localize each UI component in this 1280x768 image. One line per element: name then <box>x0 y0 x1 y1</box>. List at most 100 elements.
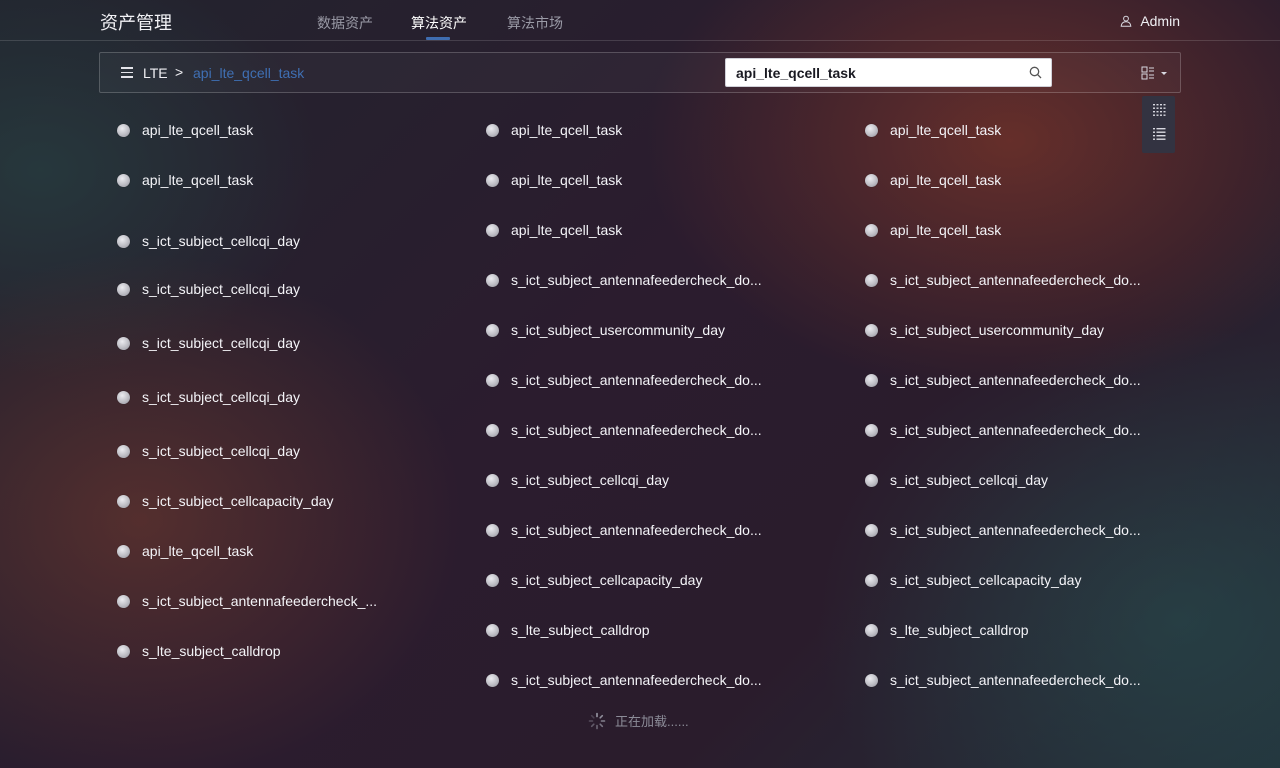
tab-data-assets[interactable]: 数据资产 <box>317 13 373 33</box>
asset-item[interactable]: api_lte_qcell_task <box>486 122 622 138</box>
asset-item-label: api_lte_qcell_task <box>511 172 623 188</box>
search-input[interactable] <box>736 59 1016 86</box>
loading-indicator: 正在加载...... <box>588 711 689 730</box>
asset-item[interactable]: s_ict_subject_cellcqi_day <box>117 443 300 459</box>
asset-item[interactable]: s_ict_subject_usercommunity_day <box>865 322 1104 338</box>
asset-item-label: s_ict_subject_antennafeedercheck_do... <box>511 372 762 388</box>
asset-item-label: api_lte_qcell_task <box>511 222 623 238</box>
user-name: Admin <box>1140 13 1180 29</box>
asset-item-label: s_ict_subject_cellcapacity_day <box>142 493 334 509</box>
asset-item-label: s_ict_subject_cellcqi_day <box>511 472 669 488</box>
status-dot-icon <box>486 123 499 137</box>
asset-item[interactable]: s_ict_subject_cellcqi_day <box>117 389 300 405</box>
asset-item[interactable]: s_ict_subject_usercommunity_day <box>486 322 725 338</box>
status-dot-icon <box>117 544 130 558</box>
asset-item-label: s_ict_subject_antennafeedercheck_do... <box>511 672 762 688</box>
status-dot-icon <box>486 573 499 587</box>
loading-text: 正在加载...... <box>615 714 689 729</box>
asset-item-label: s_ict_subject_antennafeedercheck_do... <box>511 522 762 538</box>
search-icon[interactable] <box>1029 66 1042 79</box>
asset-item[interactable]: s_ict_subject_cellcqi_day <box>865 472 1048 488</box>
status-dot-icon <box>117 282 130 296</box>
asset-item[interactable]: api_lte_qcell_task <box>486 222 622 238</box>
asset-item[interactable]: s_ict_subject_antennafeedercheck_do... <box>865 422 1141 438</box>
asset-item[interactable]: api_lte_qcell_task <box>865 222 1001 238</box>
status-dot-icon <box>865 523 878 537</box>
status-dot-icon <box>865 573 878 587</box>
status-dot-icon <box>865 423 878 437</box>
view-toggle-button[interactable] <box>1141 66 1167 80</box>
breadcrumb-root[interactable]: LTE <box>143 65 168 81</box>
user-icon <box>1120 15 1132 27</box>
asset-item[interactable]: s_ict_subject_cellcqi_day <box>117 281 300 297</box>
asset-item-label: api_lte_qcell_task <box>142 172 254 188</box>
breadcrumb-separator: > <box>175 64 184 80</box>
top-bar: 资产管理 数据资产 算法资产 算法市场 Admin <box>0 0 1280 41</box>
asset-item[interactable]: s_ict_subject_antennafeedercheck_do... <box>865 522 1141 538</box>
asset-item[interactable]: s_lte_subject_calldrop <box>117 643 281 659</box>
asset-item-label: s_ict_subject_antennafeedercheck_... <box>142 593 378 609</box>
status-dot-icon <box>865 373 878 387</box>
asset-item-label: s_ict_subject_cellcqi_day <box>890 472 1048 488</box>
asset-item[interactable]: s_ict_subject_antennafeedercheck_do... <box>865 372 1141 388</box>
asset-item[interactable]: api_lte_qcell_task <box>865 172 1001 188</box>
asset-item-label: api_lte_qcell_task <box>890 122 1002 138</box>
asset-item[interactable]: api_lte_qcell_task <box>117 122 253 138</box>
status-dot-icon <box>865 223 878 237</box>
chevron-down-icon <box>1161 71 1167 75</box>
asset-item-label: api_lte_qcell_task <box>142 122 254 138</box>
asset-item[interactable]: s_ict_subject_cellcapacity_day <box>117 493 333 509</box>
asset-item[interactable]: api_lte_qcell_task <box>865 122 1001 138</box>
asset-item-label: s_ict_subject_antennafeedercheck_do... <box>511 272 762 288</box>
asset-item-label: s_ict_subject_cellcqi_day <box>142 281 300 297</box>
asset-item-label: s_ict_subject_usercommunity_day <box>890 322 1104 338</box>
asset-item[interactable]: s_ict_subject_cellcqi_day <box>117 335 300 351</box>
asset-item-label: api_lte_qcell_task <box>142 543 254 559</box>
asset-item-label: s_lte_subject_calldrop <box>511 622 650 638</box>
status-dot-icon <box>865 173 878 187</box>
status-dot-icon <box>117 336 130 350</box>
status-dot-icon <box>865 673 878 687</box>
status-dot-icon <box>865 323 878 337</box>
asset-item-label: s_ict_subject_usercommunity_day <box>511 322 725 338</box>
asset-item[interactable]: s_ict_subject_cellcqi_day <box>486 472 669 488</box>
asset-item-label: s_ict_subject_cellcqi_day <box>142 389 300 405</box>
menu-icon[interactable] <box>121 67 133 78</box>
tab-algorithm-assets[interactable]: 算法资产 <box>411 13 467 33</box>
asset-item[interactable]: s_ict_subject_antennafeedercheck_do... <box>486 672 762 688</box>
status-dot-icon <box>865 273 878 287</box>
status-dot-icon <box>486 673 499 687</box>
grid-dots-icon[interactable] <box>1152 103 1166 117</box>
list-icon[interactable] <box>1152 127 1166 141</box>
status-dot-icon <box>865 473 878 487</box>
asset-item[interactable]: api_lte_qcell_task <box>117 543 253 559</box>
asset-item[interactable]: s_ict_subject_antennafeedercheck_do... <box>486 272 762 288</box>
asset-item-label: s_ict_subject_antennafeedercheck_do... <box>890 272 1141 288</box>
asset-item[interactable]: api_lte_qcell_task <box>117 172 253 188</box>
user-menu[interactable]: Admin <box>1120 13 1180 29</box>
asset-item[interactable]: s_ict_subject_antennafeedercheck_do... <box>486 372 762 388</box>
asset-item[interactable]: s_ict_subject_antennafeedercheck_do... <box>865 672 1141 688</box>
status-dot-icon <box>117 444 130 458</box>
tab-algorithm-market[interactable]: 算法市场 <box>507 13 563 33</box>
asset-item[interactable]: s_ict_subject_antennafeedercheck_do... <box>486 522 762 538</box>
asset-item[interactable]: s_ict_subject_antennafeedercheck_do... <box>865 272 1141 288</box>
asset-item[interactable]: s_lte_subject_calldrop <box>865 622 1029 638</box>
asset-item[interactable]: s_ict_subject_cellcapacity_day <box>486 572 702 588</box>
app-title: 资产管理 <box>100 13 172 33</box>
asset-item[interactable]: s_ict_subject_antennafeedercheck_... <box>117 593 377 609</box>
asset-item[interactable]: s_ict_subject_antennafeedercheck_do... <box>486 422 762 438</box>
status-dot-icon <box>117 123 130 137</box>
asset-item[interactable]: s_lte_subject_calldrop <box>486 622 650 638</box>
spinner-icon <box>588 712 606 729</box>
status-dot-icon <box>117 494 130 508</box>
status-dot-icon <box>117 644 130 658</box>
toolbar: LTE > api_lte_qcell_task <box>99 52 1181 93</box>
asset-item[interactable]: s_ict_subject_cellcapacity_day <box>865 572 1081 588</box>
status-dot-icon <box>117 390 130 404</box>
asset-item[interactable]: api_lte_qcell_task <box>486 172 622 188</box>
asset-item[interactable]: s_ict_subject_cellcqi_day <box>117 233 300 249</box>
status-dot-icon <box>486 223 499 237</box>
view-mode-menu <box>1142 96 1175 153</box>
asset-item-label: s_ict_subject_antennafeedercheck_do... <box>890 672 1141 688</box>
